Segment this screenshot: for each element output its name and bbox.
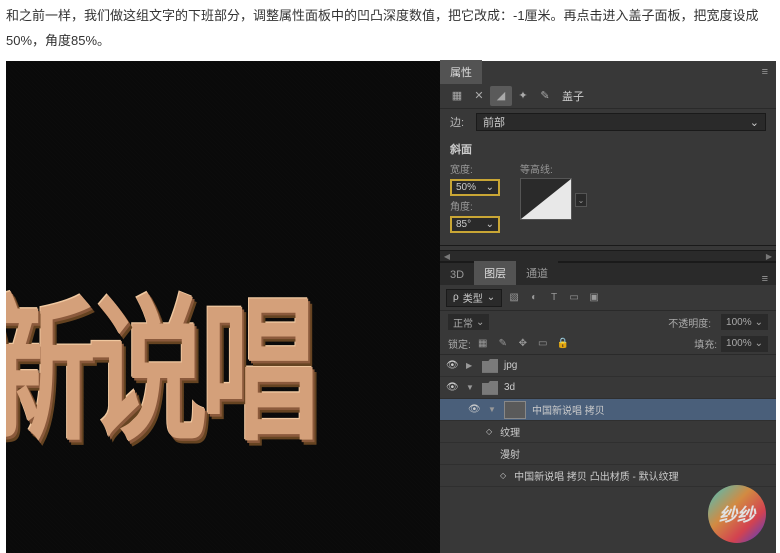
contour-label: 等高线: <box>520 161 553 176</box>
chevron-down-icon: ⌄ <box>476 317 484 328</box>
angle-value: 85° <box>456 219 471 230</box>
canvas-area[interactable]: 新说唱 <box>6 61 440 553</box>
side-row: 边: 前部 ⌄ <box>440 109 776 135</box>
blend-opacity-row: 正常⌄ 不透明度: 100%⌄ <box>440 311 776 333</box>
properties-tab[interactable]: 属性 <box>440 60 482 84</box>
contour-preview[interactable]: ⌄ <box>520 178 572 220</box>
3d-text-artwork: 新说唱 <box>6 245 312 471</box>
filter-type-select[interactable]: ρ类型⌄ <box>446 289 502 307</box>
properties-mode-icons: ▦ ✕ ◢ ✦ ✎ 盖子 <box>440 83 776 109</box>
instruction-text: 和之前一样，我们做这组文字的下班部分，调整属性面板中的凹凸深度数值，把它改成：-… <box>0 0 780 57</box>
tab-channels[interactable]: 通道 <box>516 261 558 285</box>
cap-icon[interactable]: ◢ <box>490 86 512 106</box>
width-label: 宽度: <box>450 161 500 176</box>
side-label: 边: <box>450 114 468 130</box>
fill-select[interactable]: 100%⌄ <box>721 336 768 352</box>
contour-area: 等高线: ⌄ <box>520 161 572 233</box>
panel-menu-icon[interactable]: ≡ <box>754 66 776 78</box>
coord-icon[interactable]: ✦ <box>512 86 534 106</box>
chevron-down-icon: ⌄ <box>486 182 494 193</box>
disclosure-icon[interactable]: ▼ <box>466 383 476 392</box>
opacity-label: 不透明度: <box>668 315 711 330</box>
opacity-select[interactable]: 100%⌄ <box>721 314 768 330</box>
lock-fill-row: 锁定: ▦ ✎ ✥ ▭ 🔒 填充: 100%⌄ <box>440 333 776 355</box>
layer-diffuse[interactable]: 漫射 <box>440 443 776 465</box>
tab-3d[interactable]: 3D <box>440 265 474 285</box>
folder-icon <box>482 381 498 395</box>
layer-name: 漫射 <box>500 446 520 461</box>
blend-mode-select[interactable]: 正常⌄ <box>448 314 489 330</box>
bevel-section-title: 斜面 <box>440 135 776 159</box>
right-panels: 属性 ≡ ▦ ✕ ◢ ✦ ✎ 盖子 边: 前部 ⌄ 斜面 宽度 <box>440 61 776 553</box>
watermark-badge: 纱纱 <box>708 485 766 543</box>
layer-panel-tabs: 3D 图层 通道 ≡ <box>440 263 776 285</box>
disclosure-icon[interactable]: ▶ <box>466 361 476 370</box>
layer-folder-jpg[interactable]: 👁 ▶ jpg <box>440 355 776 377</box>
layer-name: 中国新说唱 拷贝 <box>532 402 605 417</box>
layer-name: 3d <box>504 382 515 393</box>
filter-smart-icon[interactable]: ▣ <box>586 290 602 306</box>
filter-shape-icon[interactable]: ▭ <box>566 290 582 306</box>
bevel-controls: 宽度: 50% ⌄ 角度: 85° ⌄ 等高线: ⌄ <box>440 159 776 241</box>
side-value: 前部 <box>483 114 505 130</box>
scroll-left-icon[interactable]: ◀ <box>440 252 454 261</box>
bullet-icon: ◇ <box>500 471 506 480</box>
contour-dropdown[interactable]: ⌄ <box>575 193 587 207</box>
mesh-icon[interactable]: ▦ <box>446 86 468 106</box>
brush-icon[interactable]: ✎ <box>534 86 556 106</box>
filter-pixel-icon[interactable]: ▧ <box>506 290 522 306</box>
chevron-down-icon: ⌄ <box>486 219 494 230</box>
lock-pixels-icon[interactable]: ▦ <box>475 336 491 352</box>
filter-text-icon[interactable]: T <box>546 290 562 306</box>
chevron-down-icon: ⌄ <box>755 317 763 328</box>
divider <box>440 245 776 246</box>
angle-input[interactable]: 85° ⌄ <box>450 216 500 233</box>
layer-texture-group[interactable]: ◇ 纹理 <box>440 421 776 443</box>
lock-label: 锁定: <box>448 336 471 351</box>
layer-folder-3d[interactable]: 👁 ▼ 3d <box>440 377 776 399</box>
layers-menu-icon[interactable]: ≡ <box>754 273 776 285</box>
bullet-icon: ◇ <box>486 427 492 436</box>
layer-thumbnail <box>504 401 526 419</box>
tab-layers[interactable]: 图层 <box>474 261 516 285</box>
lock-artboard-icon[interactable]: ▭ <box>535 336 551 352</box>
chevron-down-icon: ⌄ <box>755 338 763 349</box>
folder-icon <box>482 359 498 373</box>
lock-position-icon[interactable]: ✥ <box>515 336 531 352</box>
visibility-icon[interactable]: 👁 <box>446 382 460 393</box>
photoshop-app: 新说唱 属性 ≡ ▦ ✕ ◢ ✦ ✎ 盖子 边: 前部 ⌄ <box>6 61 776 553</box>
layer-filter-toolbar: ρ类型⌄ ▧ ◐ T ▭ ▣ <box>440 285 776 311</box>
width-value: 50% <box>456 182 476 193</box>
layer-name: jpg <box>504 360 517 371</box>
fill-label: 填充: <box>694 336 717 351</box>
bevel-inputs: 宽度: 50% ⌄ 角度: 85° ⌄ <box>450 161 500 233</box>
chevron-down-icon: ⌄ <box>487 292 495 303</box>
width-input[interactable]: 50% ⌄ <box>450 179 500 196</box>
properties-panel: 属性 ≡ ▦ ✕ ◢ ✦ ✎ 盖子 边: 前部 ⌄ 斜面 宽度 <box>440 61 776 263</box>
angle-label: 角度: <box>450 198 500 213</box>
visibility-icon[interactable]: 👁 <box>446 360 460 371</box>
filter-adjust-icon[interactable]: ◐ <box>526 290 542 306</box>
layer-3d-text[interactable]: 👁 ▼ 中国新说唱 拷贝 <box>440 399 776 421</box>
lock-brush-icon[interactable]: ✎ <box>495 336 511 352</box>
layer-name: 中国新说唱 拷贝 凸出材质 - 默认纹理 <box>514 468 678 483</box>
deform-icon[interactable]: ✕ <box>468 86 490 106</box>
visibility-icon[interactable]: 👁 <box>468 404 482 415</box>
layer-default-texture[interactable]: ◇ 中国新说唱 拷贝 凸出材质 - 默认纹理 <box>440 465 776 487</box>
layer-name: 纹理 <box>500 424 520 439</box>
lock-all-icon[interactable]: 🔒 <box>555 336 571 352</box>
chevron-down-icon: ⌄ <box>750 116 759 129</box>
scroll-right-icon[interactable]: ▶ <box>762 252 776 261</box>
cap-label: 盖子 <box>562 88 584 104</box>
properties-header: 属性 ≡ <box>440 61 776 83</box>
side-select[interactable]: 前部 ⌄ <box>476 113 766 131</box>
disclosure-icon[interactable]: ▼ <box>488 405 498 414</box>
